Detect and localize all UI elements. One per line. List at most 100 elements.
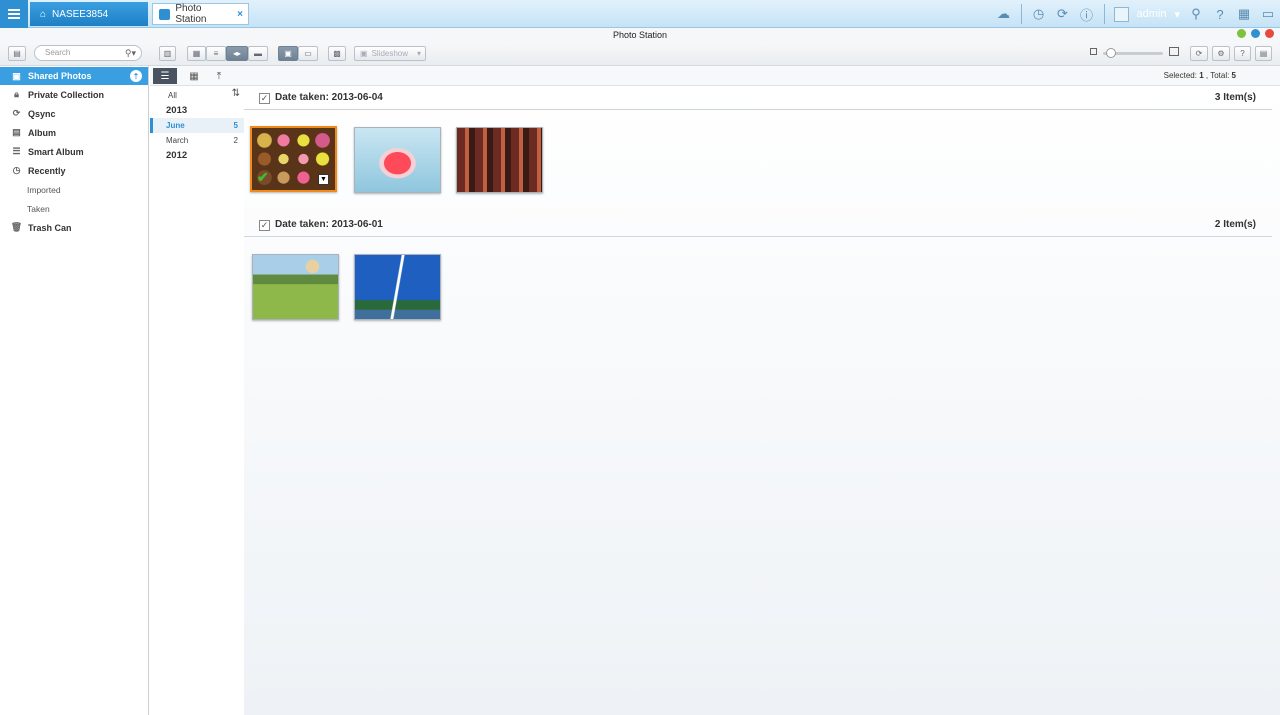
window-controls [1237, 29, 1274, 38]
timeline-label: June [166, 121, 185, 130]
background-task-icon[interactable]: ◷ [1027, 0, 1051, 28]
sidebar-item-album[interactable]: ▤ Album [0, 123, 148, 142]
timeline-label: 2013 [166, 105, 188, 116]
timeline-header: ☰ ▦ ⤒ Selected: 1 , Total: 5 [150, 66, 1280, 86]
smart-album-icon: ☰ [12, 146, 21, 156]
help-button[interactable]: ? [1234, 46, 1251, 61]
timeline-year-2013[interactable]: 2013 [150, 103, 244, 118]
scroll-top-button[interactable]: ⤒ [207, 68, 231, 84]
album-icon: ▤ [12, 127, 21, 137]
user-menu[interactable]: admin ▾ [1110, 6, 1185, 22]
desktop-taskbar: ⌂ NASEE3854 Photo Station × ☁ ◷ ⟳ ⓘ admi… [0, 0, 1280, 28]
close-tab-icon[interactable]: × [237, 9, 243, 20]
slideshow-icon: ▣ [360, 49, 368, 58]
sidebar-item-label: Private Collection [28, 89, 105, 100]
thumbnail-view-button[interactable]: ▦ [187, 46, 206, 61]
sidebar-item-recently[interactable]: ◷ Recently [0, 161, 148, 180]
main-menu-button[interactable] [0, 0, 28, 28]
sidebar-item-label: Imported [27, 184, 61, 195]
timeline-month-june[interactable]: June 5 [150, 118, 244, 133]
timeline-label: March [166, 136, 189, 145]
timeline-toggle-button[interactable]: ☰ [153, 68, 177, 84]
thumbnail-menu-icon[interactable]: ▼ [318, 174, 329, 185]
group-select-checkbox[interactable]: ✓ [259, 220, 270, 231]
hamburger-icon [8, 13, 20, 15]
photo-station-tab[interactable]: Photo Station × [152, 3, 249, 25]
date-group-header: ✓ Date taken: 2013-06-01 2 Item(s) [244, 213, 1272, 237]
sidebar-item-taken[interactable]: Taken [0, 199, 148, 218]
sidebar-item-shared-photos[interactable]: ▣ Shared Photos ⇡ [0, 67, 148, 85]
search-icon[interactable]: ⚲ [1184, 0, 1208, 28]
search-placeholder: Search [45, 48, 71, 57]
upload-button[interactable]: ▩ [328, 46, 346, 61]
slider-knob[interactable] [1106, 48, 1116, 58]
large-thumb-icon[interactable] [1169, 47, 1179, 56]
settings-button[interactable]: ⚙ [1212, 46, 1230, 61]
sidebar-item-qsync[interactable]: ⟳ Qsync [0, 104, 148, 123]
sync-icon: ⟳ [12, 108, 21, 118]
photo-thumbnail[interactable] [252, 254, 339, 320]
folder-mode-button[interactable]: ▬ [248, 46, 268, 61]
small-thumb-icon[interactable] [1090, 48, 1097, 55]
refresh-button[interactable]: ⟳ [1190, 46, 1208, 61]
sidebar-item-label: Recently [28, 165, 66, 176]
sidebar-item-label: Taken [27, 203, 50, 214]
help-icon[interactable]: ? [1208, 0, 1232, 28]
upload-icon[interactable]: ⇡ [130, 70, 142, 82]
sidebar: ▣ Shared Photos ⇡ 🔒︎ Private Collection … [0, 66, 149, 715]
thumbnail-size-slider[interactable] [1103, 48, 1163, 58]
username: admin [1136, 8, 1167, 20]
timeline-all[interactable]: All ⇅ [150, 88, 244, 103]
avatar [1113, 6, 1129, 22]
desktop-home-tab[interactable]: ⌂ NASEE3854 [30, 2, 148, 26]
list-view-button[interactable]: ≡ [206, 46, 226, 61]
search-input[interactable]: Search ⚲▾ [34, 45, 142, 61]
timeline-panel: All ⇅ 2013 June 5 March 2 2012 [150, 86, 244, 715]
timeline-label: 2012 [166, 150, 188, 161]
photo-thumbnail[interactable] [354, 254, 441, 320]
video-filter-button[interactable]: ▭ [298, 46, 318, 61]
sidebar-item-imported[interactable]: Imported [0, 180, 148, 199]
toggle-sidebar-button[interactable]: ▤ [8, 46, 26, 61]
close-window-icon[interactable] [1265, 29, 1274, 38]
sidebar-item-smart-album[interactable]: ☰ Smart Album [0, 142, 148, 161]
minimize-icon[interactable] [1237, 29, 1246, 38]
chevron-down-icon: ▾ [1174, 8, 1180, 21]
sidebar-item-label: Shared Photos [28, 71, 92, 81]
group-select-checkbox[interactable]: ✓ [259, 93, 270, 104]
timeline-view-button[interactable]: ◂▸ [226, 46, 248, 61]
slideshow-button[interactable]: ▣ Slideshow ▾ [354, 46, 426, 61]
app-tab-label: Photo Station [175, 3, 207, 25]
date-group-header: ✓ Date taken: 2013-06-04 3 Item(s) [244, 86, 1272, 110]
group-title: Date taken: 2013-06-04 [275, 92, 383, 103]
search-options-icon[interactable]: ⚲▾ [125, 46, 136, 60]
folder-view-button[interactable]: ▥ [159, 46, 176, 61]
toolbar: ▤ Search ⚲▾ ▥ ▦ ≡ ◂▸ ▬ ▣ ▭ ▩ ▣ Slideshow… [0, 42, 1280, 66]
sidebar-item-label: Album [28, 127, 56, 138]
selected-count: 1 [1199, 71, 1204, 80]
photo-filter-button[interactable]: ▣ [278, 46, 298, 61]
monitor-icon[interactable]: ▭ [1256, 0, 1280, 28]
slideshow-label: Slideshow [371, 49, 409, 58]
photo-thumbnail[interactable] [456, 127, 543, 193]
group-count: 3 Item(s) [1214, 92, 1256, 103]
info-icon[interactable]: ⓘ [1075, 0, 1099, 28]
photo-content-area: ✓ Date taken: 2013-06-04 3 Item(s) ✔ ▼ ✓… [244, 86, 1280, 715]
sidebar-item-trash-can[interactable]: 🗑︎ Trash Can [0, 218, 148, 237]
external-device-icon[interactable]: ⟳ [1051, 0, 1075, 28]
info-panel-button[interactable]: ▤ [1255, 46, 1272, 61]
sort-icon[interactable]: ⇅ [232, 88, 240, 99]
maximize-icon[interactable] [1251, 29, 1260, 38]
photo-icon: ▣ [12, 70, 21, 81]
calendar-button[interactable]: ▦ [182, 68, 206, 84]
grid-icon[interactable]: ▦ [1232, 0, 1256, 28]
selected-check-icon: ✔ [257, 169, 269, 185]
cloud-icon[interactable]: ☁ [992, 0, 1016, 28]
chevron-down-icon: ▾ [416, 49, 421, 58]
photo-thumbnail[interactable] [354, 127, 441, 193]
timeline-month-march[interactable]: March 2 [150, 133, 244, 148]
timeline-year-2012[interactable]: 2012 [150, 148, 244, 163]
photo-thumbnail[interactable]: ✔ ▼ [250, 126, 337, 192]
trash-icon: 🗑︎ [10, 222, 23, 232]
sidebar-item-private-collection[interactable]: 🔒︎ Private Collection [0, 85, 148, 104]
